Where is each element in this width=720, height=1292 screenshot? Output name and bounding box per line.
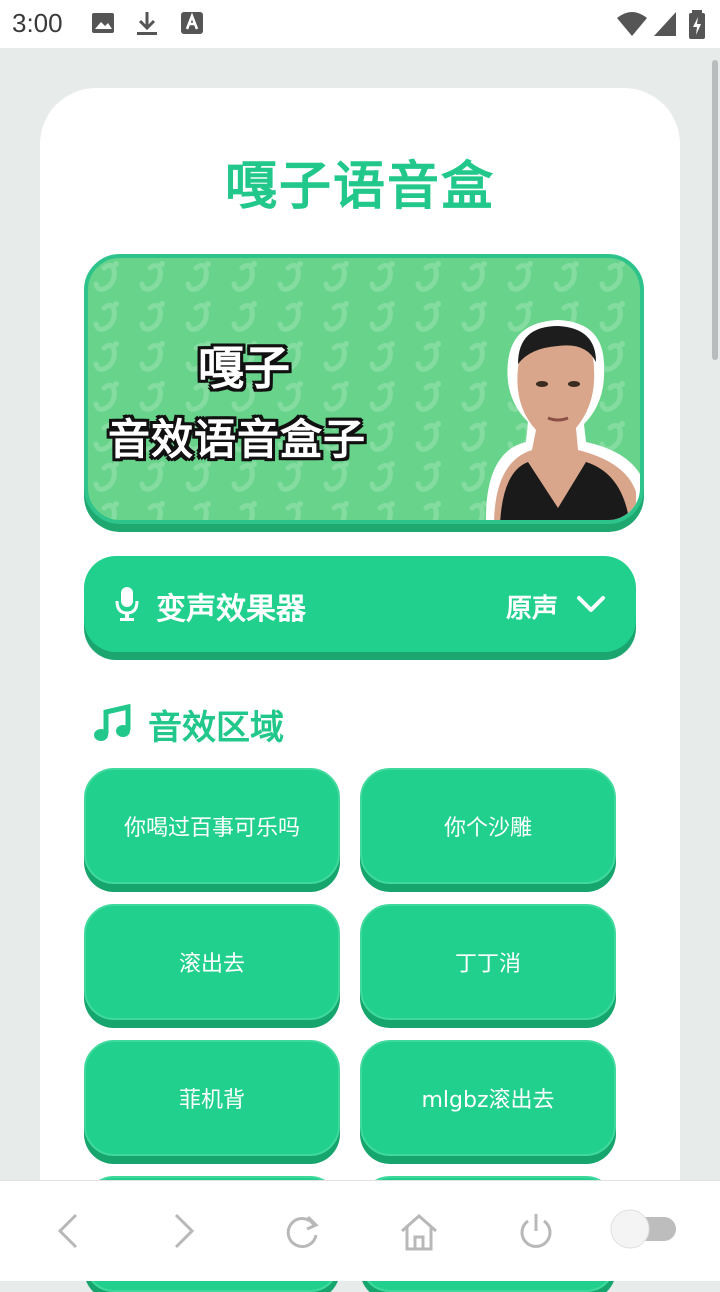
voice-changer-dropdown[interactable]: 变声效果器 原声 [84, 556, 636, 652]
voice-changer-label: 变声效果器 [156, 592, 306, 627]
sound-button[interactable]: 滚出去 [84, 904, 340, 1020]
banner-title: 嘎子 [198, 341, 290, 395]
back-icon[interactable] [54, 1211, 82, 1251]
person-portrait [485, 320, 640, 520]
browser-nav-bar [0, 1180, 720, 1281]
sound-button[interactable]: 丁丁消 [360, 904, 616, 1020]
sound-button[interactable]: mlgbz滚出去 [360, 1040, 616, 1156]
battery-charging-icon [689, 10, 705, 39]
main-card: 嘎子语音盒 嘎子 音效语音盒子 变声效果器 原声 音效区域 你喝过百事可乐吗 你… [40, 88, 680, 1292]
hero-banner[interactable]: 嘎子 音效语音盒子 [84, 254, 644, 524]
section-title: 音效区域 [148, 708, 284, 748]
sound-button[interactable]: 菲机背 [84, 1040, 340, 1156]
voice-changer-value: 原声 [505, 594, 558, 624]
microphone-icon [115, 587, 139, 621]
wifi-icon [617, 12, 647, 36]
music-note-icon [94, 704, 131, 741]
sound-button[interactable]: 你个沙雕 [360, 768, 616, 884]
status-bar: 3:00 [0, 0, 720, 48]
refresh-icon[interactable] [282, 1211, 322, 1251]
app-notification-icon [181, 12, 203, 34]
cellular-signal-icon [654, 12, 676, 36]
image-notification-icon [92, 13, 114, 33]
banner-subtitle: 音效语音盒子 [108, 415, 367, 464]
status-time: 3:00 [12, 8, 63, 38]
page-title: 嘎子语音盒 [224, 157, 495, 217]
download-notification-icon [137, 12, 157, 35]
forward-icon[interactable] [170, 1211, 198, 1251]
scrollbar[interactable] [712, 60, 718, 360]
power-icon[interactable] [516, 1211, 556, 1251]
chevron-down-icon [577, 596, 605, 612]
sound-button[interactable]: 你喝过百事可乐吗 [84, 768, 340, 884]
toggle-switch[interactable] [608, 1207, 680, 1251]
home-icon[interactable] [398, 1211, 440, 1253]
